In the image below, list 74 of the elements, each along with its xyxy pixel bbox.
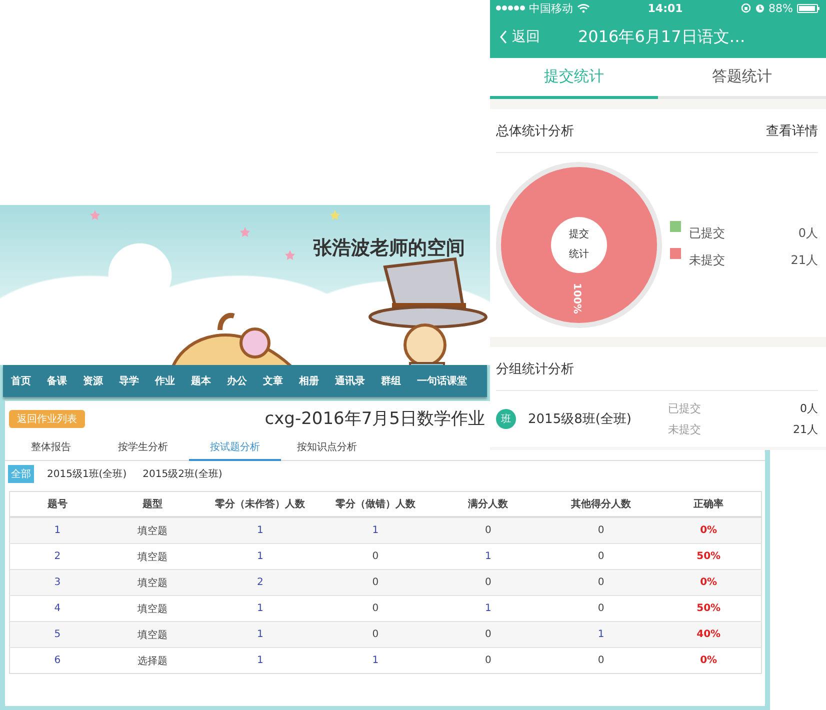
table-cell[interactable]: 1 (546, 622, 656, 648)
stat-count: 0人 (800, 401, 818, 416)
nav-link[interactable]: 一句话课堂 (417, 374, 467, 388)
table-cell[interactable]: 1 (200, 517, 320, 544)
table-cell[interactable]: 2 (200, 570, 320, 596)
table-cell[interactable]: 1 (200, 648, 320, 674)
alarm-icon (754, 3, 765, 13)
class-name: 2015级8班(全班) (528, 411, 632, 428)
slice-label: 100% (570, 283, 582, 314)
tab[interactable]: 整体报告 (5, 434, 97, 460)
class-badge: 班 (496, 409, 516, 429)
stat-label: 未提交 (668, 422, 701, 437)
nav-link[interactable]: 群组 (381, 374, 401, 388)
banner-title: 张浩波老师的空间 (313, 236, 465, 261)
nav-link[interactable]: 导学 (119, 374, 139, 388)
section-title: 分组统计分析 (496, 360, 574, 378)
table-cell: 40% (656, 622, 762, 648)
rotation-lock-icon (740, 3, 751, 13)
nav-link[interactable]: 题本 (191, 374, 211, 388)
nav-link[interactable]: 作业 (155, 374, 175, 388)
chart-title: 提交统计 (568, 228, 590, 262)
carrier-name: 中国移动 (529, 0, 573, 16)
clock-time: 14:01 (648, 2, 683, 14)
nav-link[interactable]: 文章 (263, 374, 283, 388)
table-cell[interactable]: 1 (200, 622, 320, 648)
battery-icon (797, 4, 820, 12)
battery-percent: 88% (768, 2, 793, 14)
nav-link[interactable]: 首页 (11, 374, 31, 388)
class-filter[interactable]: 2015级1班(全班) (44, 465, 130, 483)
tab[interactable]: 按知识点分析 (281, 434, 373, 460)
table-cell[interactable]: 1 (320, 517, 431, 544)
nav-link[interactable]: 备课 (47, 374, 67, 388)
section-title: 总体统计分析 (496, 122, 574, 140)
table-cell: 0% (656, 570, 762, 596)
table-cell: 0 (546, 570, 656, 596)
table-cell: 0 (546, 648, 656, 674)
class-filter[interactable]: 2015级2班(全班) (140, 465, 226, 483)
tab[interactable]: 按试题分析 (189, 434, 281, 461)
signal-icon (496, 4, 525, 12)
table-cell: 0 (320, 622, 431, 648)
table-cell: 选择题 (104, 648, 200, 674)
table-cell: 0% (656, 648, 762, 674)
assignment-title: cxg-2016年7月5日数学作业 (264, 408, 485, 430)
table-cell: 0 (320, 570, 431, 596)
table-cell[interactable]: 1 (10, 517, 105, 544)
table-cell[interactable]: 5 (10, 622, 105, 648)
chevron-left-icon (500, 30, 508, 44)
table-cell: 0 (546, 517, 656, 544)
nav-link[interactable]: 资源 (83, 374, 103, 388)
legend-label: 已提交 (689, 225, 726, 242)
legend-label: 未提交 (689, 252, 726, 269)
table-cell: 0 (430, 622, 546, 648)
tab[interactable]: 按学生分析 (97, 434, 189, 460)
table-cell: 0 (430, 570, 546, 596)
view-details-link[interactable]: 查看详情 (766, 122, 818, 140)
stat-label: 已提交 (668, 401, 701, 416)
legend-count: 21人 (790, 252, 818, 269)
stat-count: 21人 (793, 422, 818, 437)
table-cell: 0 (430, 517, 546, 544)
table-cell: 0% (656, 517, 762, 544)
nav-link[interactable]: 通讯录 (335, 374, 365, 388)
tab[interactable]: 答题统计 (658, 58, 826, 99)
table-cell: 填空题 (104, 622, 200, 648)
table-cell[interactable]: 1 (320, 648, 431, 674)
table-cell[interactable]: 3 (10, 570, 105, 596)
legend-count: 0人 (798, 225, 818, 242)
page-title: 2016年6月17日语文… (578, 26, 746, 48)
table-cell[interactable]: 6 (10, 648, 105, 674)
nav-link[interactable]: 相册 (299, 374, 319, 388)
table-cell: 0 (430, 648, 546, 674)
wifi-icon (577, 3, 590, 13)
nav-link[interactable]: 办公 (227, 374, 247, 388)
table-cell: 填空题 (104, 517, 200, 544)
table-cell: 填空题 (104, 570, 200, 596)
